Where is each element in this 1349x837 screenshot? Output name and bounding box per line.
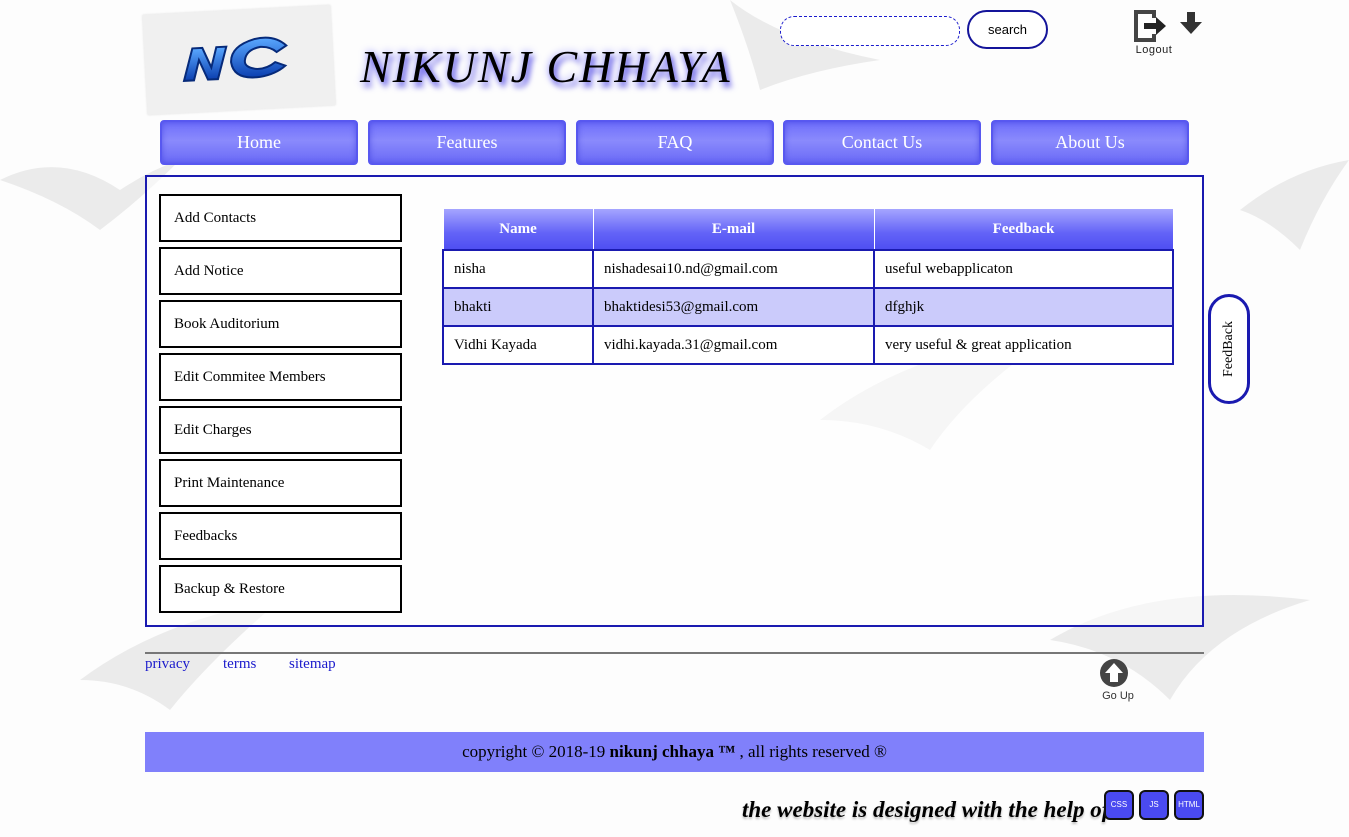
nav-faq[interactable]: FAQ <box>576 120 774 165</box>
cell-email: bhaktidesi53@gmail.com <box>592 287 875 327</box>
logout-label: Logout <box>1135 44 1173 56</box>
arrow-up-circle-icon <box>1100 659 1128 687</box>
sidebar-item-backup-restore[interactable]: Backup & Restore <box>159 565 402 613</box>
feedback-side-tab[interactable]: FeedBack <box>1208 294 1250 404</box>
column-header-email: E-mail <box>592 209 875 250</box>
nav-features[interactable]: Features <box>368 120 566 165</box>
sidebar-item-add-notice[interactable]: Add Notice <box>159 247 402 295</box>
column-header-feedback: Feedback <box>873 209 1174 250</box>
nav-home[interactable]: Home <box>160 120 358 165</box>
feedback-table: Name E-mail Feedback nisha nishadesai10.… <box>442 209 1174 365</box>
cell-name: Vidhi Kayada <box>442 325 594 365</box>
cell-name: nisha <box>442 249 594 289</box>
site-title: NIKUNJ CHHAYA <box>360 41 732 92</box>
nav-about-us[interactable]: About Us <box>991 120 1189 165</box>
go-up-button[interactable]: Go Up <box>1098 658 1138 704</box>
site-logo[interactable] <box>142 5 336 115</box>
column-header-name: Name <box>442 209 594 250</box>
sidebar-item-feedbacks[interactable]: Feedbacks <box>159 512 402 560</box>
copyright-brand: nikunj chhaya ™ <box>609 742 736 761</box>
sidebar-item-book-auditorium[interactable]: Book Auditorium <box>159 300 402 348</box>
cell-feedback: very useful & great application <box>873 325 1174 365</box>
search-input[interactable] <box>780 16 960 46</box>
table-row: bhakti bhaktidesi53@gmail.com dfghjk <box>442 287 1174 327</box>
cell-feedback: dfghjk <box>873 287 1174 327</box>
cell-email: nishadesai10.nd@gmail.com <box>592 249 875 289</box>
js-badge-icon: JS <box>1139 790 1169 820</box>
footer-link-privacy[interactable]: privacy <box>145 656 190 673</box>
cell-email: vidhi.kayada.31@gmail.com <box>592 325 875 365</box>
sidebar-item-add-contacts[interactable]: Add Contacts <box>159 194 402 242</box>
cell-name: bhakti <box>442 287 594 327</box>
sidebar-item-edit-committee-members[interactable]: Edit Commitee Members <box>159 353 402 401</box>
search-button[interactable]: search <box>967 10 1048 49</box>
logout-button[interactable]: Logout <box>1130 8 1178 60</box>
logout-icon <box>1134 10 1166 42</box>
sidebar-item-print-maintenance[interactable]: Print Maintenance <box>159 459 402 507</box>
html-badge-icon: HTML <box>1174 790 1204 820</box>
feedback-tab-label: FeedBack <box>1221 321 1236 377</box>
sidebar-item-edit-charges[interactable]: Edit Charges <box>159 406 402 454</box>
designed-with-text: the website is designed with the help of <box>742 797 1110 822</box>
copyright-bar: copyright © 2018-19 nikunj chhaya ™ , al… <box>145 732 1204 772</box>
copyright-suffix: , all rights reserved ® <box>735 742 887 761</box>
download-icon[interactable] <box>1180 12 1202 36</box>
footer-link-sitemap[interactable]: sitemap <box>289 656 336 673</box>
table-row: nisha nishadesai10.nd@gmail.com useful w… <box>442 249 1174 289</box>
nav-contact-us[interactable]: Contact Us <box>783 120 981 165</box>
css-badge-icon: CSS <box>1104 790 1134 820</box>
background-bird-graphic <box>1240 160 1349 250</box>
cell-feedback: useful webapplicaton <box>873 249 1174 289</box>
table-row: Vidhi Kayada vidhi.kayada.31@gmail.com v… <box>442 325 1174 365</box>
footer-divider <box>145 652 1204 654</box>
copyright-prefix: copyright © 2018-19 <box>462 742 610 761</box>
go-up-label: Go Up <box>1102 690 1134 702</box>
table-header-row: Name E-mail Feedback <box>442 209 1174 250</box>
nc-logo-icon <box>182 36 288 82</box>
footer-link-terms[interactable]: terms <box>223 656 256 673</box>
